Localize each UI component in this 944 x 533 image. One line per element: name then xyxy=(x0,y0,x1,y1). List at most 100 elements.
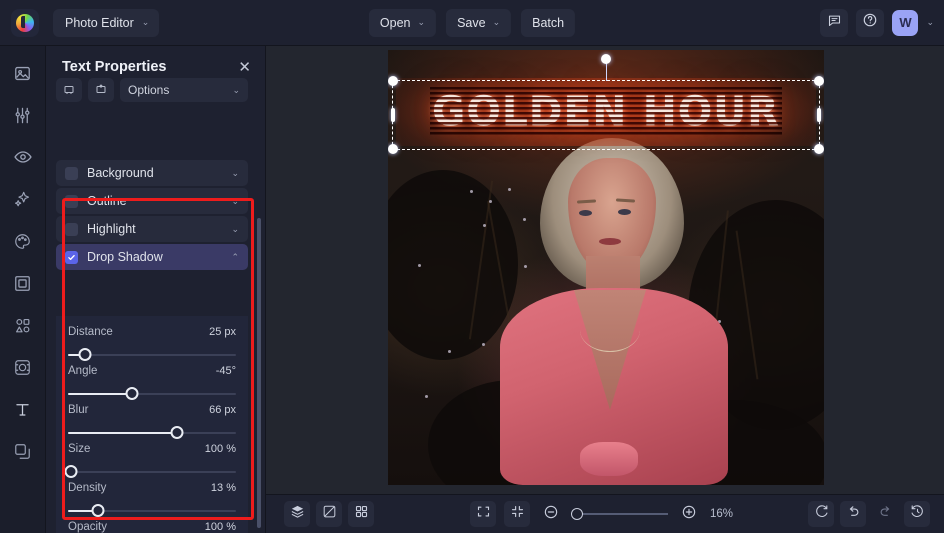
handle-top-left[interactable] xyxy=(388,76,398,86)
handle-middle-right[interactable] xyxy=(817,108,821,122)
bottom-toolbar: 16% xyxy=(266,494,944,533)
batch-button[interactable]: Batch xyxy=(521,8,576,37)
compare-split-icon xyxy=(322,504,337,524)
sidebar-item-adjustments[interactable] xyxy=(8,100,38,130)
options-select[interactable]: Options ⌄ xyxy=(120,78,248,102)
section-highlight[interactable]: Highlight ⌄ xyxy=(56,216,248,242)
slider-size: Size 100 % xyxy=(56,443,248,479)
sidebar-item-effects[interactable] xyxy=(8,184,38,214)
rotate-handle[interactable] xyxy=(601,54,611,64)
outline-checkbox[interactable] xyxy=(65,194,78,208)
section-outline[interactable]: Outline ⌄ xyxy=(56,188,248,214)
options-select-label: Options xyxy=(128,83,170,97)
drop-shadow-checkbox[interactable] xyxy=(65,250,78,264)
slider-blur-label: Blur xyxy=(68,404,89,416)
sidebar-item-frame[interactable] xyxy=(8,268,38,298)
slider-angle-value: -45° xyxy=(215,365,236,377)
canvas-area[interactable]: GOLDEN HOUR xyxy=(266,46,944,494)
layers-button[interactable] xyxy=(284,501,310,527)
highlight-checkbox[interactable] xyxy=(65,222,78,236)
slider-size-thumb[interactable] xyxy=(64,465,78,478)
account-chevron-down-icon[interactable]: ⌄ xyxy=(926,17,934,28)
zoom-slider[interactable] xyxy=(571,507,668,521)
slider-distance-track[interactable] xyxy=(68,348,236,362)
slider-density-thumb[interactable] xyxy=(91,504,105,517)
track-bar xyxy=(68,471,236,473)
app-root: Photo Editor ⌄ Open ⌄ Save ⌄ Batch W ⌄ T… xyxy=(0,0,944,533)
sidebar-item-text[interactable] xyxy=(8,394,38,424)
section-drop-shadow-label: Drop Shadow xyxy=(87,250,163,264)
track-fill xyxy=(68,432,178,434)
page-title: Text Properties xyxy=(62,59,167,75)
layers-icon xyxy=(290,504,305,524)
open-button[interactable]: Open ⌄ xyxy=(368,8,437,37)
sidebar-item-overlay[interactable] xyxy=(8,352,38,382)
section-drop-shadow[interactable]: Drop Shadow ⌃ xyxy=(56,244,248,270)
zoom-out-button[interactable] xyxy=(538,501,564,527)
slider-density-track[interactable] xyxy=(68,504,236,518)
section-background-label: Background xyxy=(87,166,154,180)
close-icon[interactable]: ✕ xyxy=(238,60,251,75)
slider-angle-thumb[interactable] xyxy=(125,387,139,400)
reset-button[interactable] xyxy=(808,501,834,527)
feedback-button[interactable] xyxy=(820,8,849,37)
slider-distance-value: 25 px xyxy=(209,326,236,338)
zoom-slider-thumb[interactable] xyxy=(571,508,583,520)
text-case-button[interactable] xyxy=(56,78,82,102)
chevron-up-icon: ⌃ xyxy=(231,251,239,262)
bottom-left-tools xyxy=(284,501,374,527)
section-outline-label: Outline xyxy=(87,194,127,208)
sidebar-item-layers[interactable] xyxy=(8,436,38,466)
handle-bottom-left[interactable] xyxy=(388,144,398,154)
section-background[interactable]: Background ⌄ xyxy=(56,160,248,186)
handle-middle-left[interactable] xyxy=(391,108,395,122)
zoom-slider-bar xyxy=(572,513,668,515)
chevron-down-icon: ⌄ xyxy=(492,17,501,27)
sidebar-item-color[interactable] xyxy=(8,226,38,256)
background-checkbox[interactable] xyxy=(65,166,78,180)
redo-button[interactable] xyxy=(872,501,898,527)
selection-bounding-box[interactable] xyxy=(388,54,824,154)
zoom-in-button[interactable] xyxy=(676,501,702,527)
help-button[interactable] xyxy=(856,8,885,37)
save-button[interactable]: Save ⌄ xyxy=(446,8,512,37)
grid-view-button[interactable] xyxy=(348,501,374,527)
chevron-down-icon: ⌄ xyxy=(141,17,150,27)
zoom-level-value: 16% xyxy=(710,508,734,520)
eye-right xyxy=(618,209,631,215)
chevron-down-icon: ⌄ xyxy=(232,84,240,95)
slider-angle-track[interactable] xyxy=(68,387,236,401)
redo-icon xyxy=(878,504,893,524)
text-align-button[interactable] xyxy=(88,78,114,102)
overlay-texture-icon xyxy=(13,358,32,377)
handle-bottom-right[interactable] xyxy=(814,144,824,154)
adjustments-sliders-icon xyxy=(13,106,32,125)
user-avatar[interactable]: W xyxy=(892,9,919,36)
slider-blur-track[interactable] xyxy=(68,426,236,440)
slider-density-label: Density xyxy=(68,482,107,494)
fit-screen-button[interactable] xyxy=(470,501,496,527)
photo-canvas[interactable]: GOLDEN HOUR xyxy=(388,50,824,485)
slider-distance-thumb[interactable] xyxy=(78,348,92,361)
slider-blur: Blur 66 px xyxy=(56,404,248,440)
shapes-icon xyxy=(13,316,32,335)
sidebar-item-image[interactable] xyxy=(8,58,38,88)
history-button[interactable] xyxy=(904,501,930,527)
grid-view-icon xyxy=(354,504,369,524)
sidebar-item-retouch[interactable] xyxy=(8,142,38,172)
image-icon xyxy=(13,64,32,83)
slider-size-track[interactable] xyxy=(64,465,236,479)
eye-retouch-icon xyxy=(13,147,33,167)
track-fill xyxy=(68,393,132,395)
panel-scrollbar[interactable] xyxy=(257,218,261,528)
compare-button[interactable] xyxy=(316,501,342,527)
comment-icon xyxy=(827,13,842,33)
zoom-in-icon xyxy=(681,504,697,525)
actual-size-button[interactable] xyxy=(504,501,530,527)
app-name-dropdown[interactable]: Photo Editor ⌄ xyxy=(53,8,160,37)
sidebar-item-shapes[interactable] xyxy=(8,310,38,340)
app-logo[interactable] xyxy=(11,8,39,37)
slider-blur-thumb[interactable] xyxy=(170,426,184,439)
undo-button[interactable] xyxy=(840,501,866,527)
handle-top-right[interactable] xyxy=(814,76,824,86)
